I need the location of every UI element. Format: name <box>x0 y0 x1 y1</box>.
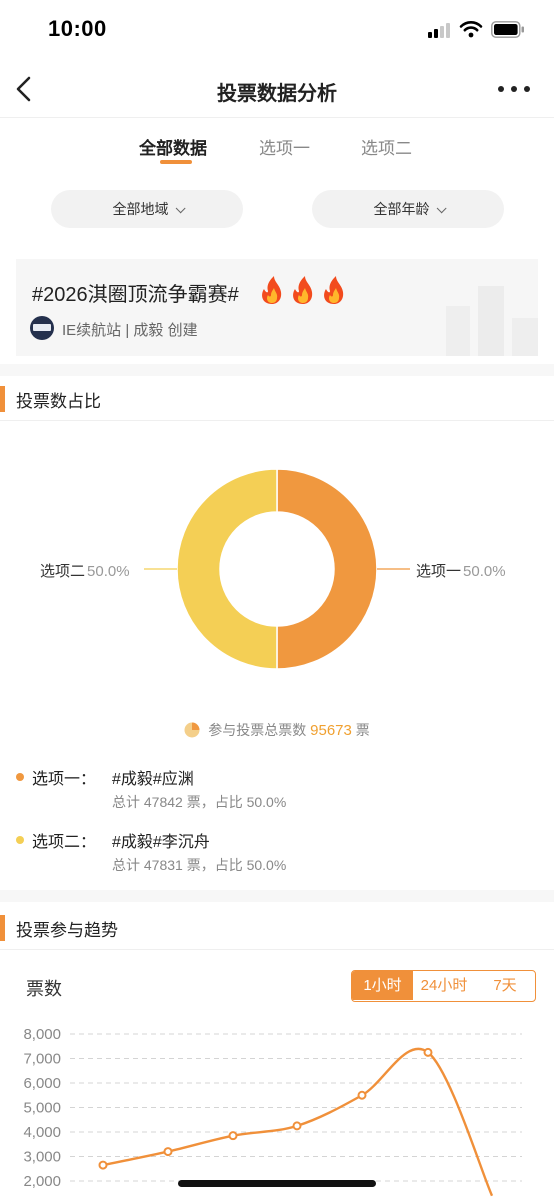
option-2-name: 选项二 <box>32 834 81 851</box>
trend-data-point[interactable] <box>98 1160 108 1170</box>
decorative-bars-icon <box>446 286 538 356</box>
option-1-color-dot <box>16 773 24 781</box>
option-2-color-dot <box>16 836 24 844</box>
total-votes: 参与投票总票数 95673 票 <box>0 720 554 740</box>
vote-share-donut-chart: 选项一 50.0% 选项二 50.0% <box>0 440 554 710</box>
y-tick-label: 6,000 <box>23 1075 61 1092</box>
trend-data-point[interactable] <box>423 1047 433 1057</box>
option-2-tag: #成毅#李沉舟 <box>112 834 210 851</box>
trend-line-chart: 8,000 7,000 6,000 5,000 4,000 3,000 2,000 <box>0 1010 554 1199</box>
y-tick-label: 3,000 <box>23 1149 61 1166</box>
status-time: 10:00 <box>48 16 107 41</box>
y-tick-label: 8,000 <box>23 1026 61 1043</box>
status-bar: 10:00 <box>0 0 554 60</box>
trend-y-axis-label: 票数 <box>26 979 62 999</box>
option-2-legend: 选项二 ： #成毅#李沉舟 总计 47831 票，占比 50.0% <box>16 828 536 878</box>
y-tick-label: 2,000 <box>23 1173 61 1190</box>
y-tick-label: 5,000 <box>23 1100 61 1117</box>
section-title: 投票数占比 <box>16 392 101 411</box>
more-icon[interactable] <box>498 86 532 94</box>
topic-title: #2026淇圈顶流争霸赛# <box>32 284 239 306</box>
section-accent-bar <box>0 915 5 941</box>
home-indicator <box>178 1180 376 1187</box>
y-tick-label: 7,000 <box>23 1051 61 1068</box>
pie-chart-icon <box>184 722 200 738</box>
tab-option-2[interactable]: 选项二 <box>361 134 412 159</box>
age-filter-label: 全部年龄 <box>373 201 430 217</box>
donut-slice-option-2[interactable] <box>176 468 278 670</box>
total-votes-prefix: 参与投票总票数 <box>208 722 307 738</box>
topic-creator-meta: IE续航站 | 成毅 创建 <box>62 322 198 339</box>
section-divider <box>0 890 554 902</box>
option-1-colon: ： <box>80 771 97 788</box>
time-range-segmented-control: 1小时 24小时 7天 <box>351 970 536 1002</box>
option-1-slice-name: 选项一 <box>416 563 462 580</box>
tab-bar: 全部数据 选项一 选项二 <box>0 118 554 176</box>
range-1h-button[interactable]: 1小时 <box>352 971 413 1000</box>
option-2-slice-label: 选项二 50.0% <box>40 560 130 581</box>
option-1-tag: #成毅#应渊 <box>112 771 194 788</box>
tab-all-data[interactable]: 全部数据 <box>139 134 207 159</box>
creator-avatar <box>30 316 54 340</box>
trend-data-point[interactable] <box>292 1121 302 1131</box>
trend-data-point[interactable] <box>163 1147 173 1157</box>
tab-option-1[interactable]: 选项一 <box>259 134 310 159</box>
chevron-down-icon <box>436 203 447 214</box>
range-24h-button[interactable]: 24小时 <box>413 971 475 1000</box>
nav-bar: 投票数据分析 <box>0 60 554 118</box>
range-7d-button[interactable]: 7天 <box>475 971 535 1000</box>
cellular-signal-icon <box>428 22 452 38</box>
trend-data-point[interactable] <box>228 1131 238 1141</box>
tab-active-underline <box>160 160 192 164</box>
trend-svg: 8,000 7,000 6,000 5,000 4,000 3,000 2,000 <box>23 1026 522 1197</box>
option-1-slice-percent: 50.0% <box>463 563 506 580</box>
fire-icon <box>262 276 344 304</box>
section-title: 投票参与趋势 <box>16 921 118 940</box>
trend-data-point[interactable] <box>357 1090 367 1100</box>
vote-share-section-header: 投票数占比 <box>0 373 554 421</box>
wifi-icon <box>459 21 483 38</box>
option-1-name: 选项一 <box>32 771 81 788</box>
topic-card[interactable]: #2026淇圈顶流争霸赛# IE续航站 | 成毅 创建 <box>16 259 538 356</box>
page-title: 投票数据分析 <box>217 83 337 105</box>
battery-icon <box>491 21 524 38</box>
total-votes-suffix: 票 <box>355 722 370 738</box>
option-2-slice-percent: 50.0% <box>87 563 130 580</box>
donut-slice-option-1[interactable] <box>276 468 378 670</box>
option-1-detail: 总计 47842 票，占比 50.0% <box>112 794 287 810</box>
option-2-detail: 总计 47831 票，占比 50.0% <box>112 857 287 873</box>
region-filter-label: 全部地域 <box>112 201 169 217</box>
y-tick-label: 4,000 <box>23 1124 61 1141</box>
section-accent-bar <box>0 386 5 412</box>
option-1-slice-label: 选项一 50.0% <box>416 560 506 581</box>
age-filter-dropdown[interactable]: 全部年龄 <box>312 190 504 228</box>
total-votes-number: 95673 <box>310 722 352 739</box>
option-1-legend: 选项一 ： #成毅#应渊 总计 47842 票，占比 50.0% <box>16 765 536 815</box>
option-2-colon: ： <box>80 834 97 851</box>
option-2-slice-name: 选项二 <box>40 563 86 580</box>
region-filter-dropdown[interactable]: 全部地域 <box>51 190 243 228</box>
trend-section-header: 投票参与趋势 <box>0 902 554 950</box>
chevron-down-icon <box>175 203 186 214</box>
